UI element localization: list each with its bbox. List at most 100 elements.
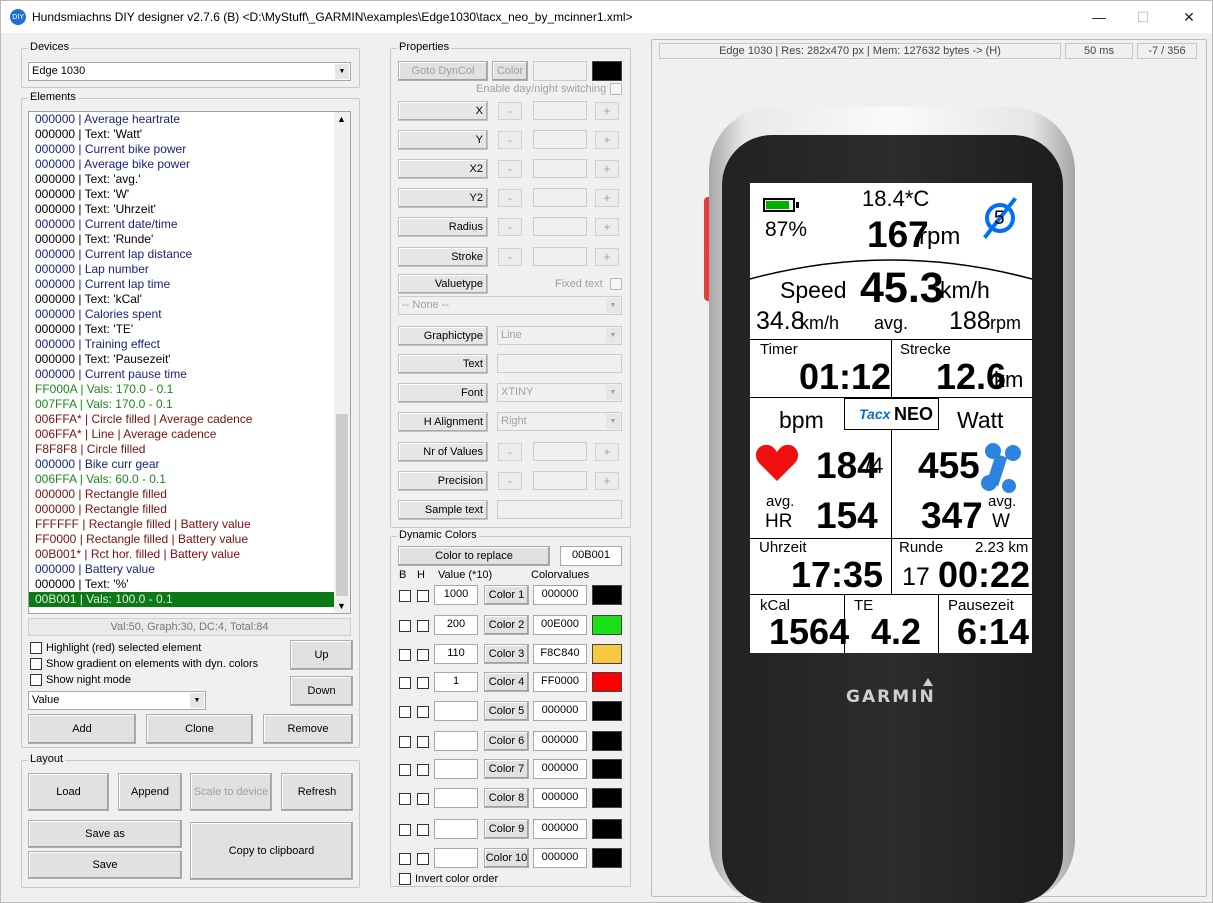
precision-plus[interactable]: + [595, 472, 619, 490]
color-to-replace-field[interactable]: 00B001 [560, 546, 622, 566]
dyncolor-swatch[interactable] [592, 759, 622, 779]
save-as-button[interactable]: Save as [28, 820, 182, 848]
dyncolor-b-checkbox[interactable] [399, 793, 411, 805]
color-value-field[interactable] [533, 61, 587, 81]
dyncolor-h-checkbox[interactable] [417, 793, 429, 805]
dyncolor-h-checkbox[interactable] [417, 590, 429, 602]
dyncolor-hex-field[interactable]: 000000 [533, 759, 587, 779]
prop-x2-button[interactable]: X2 [398, 159, 488, 179]
scroll-down-icon[interactable]: ▼ [337, 601, 346, 611]
prop-y-button[interactable]: Y [398, 130, 488, 150]
dyncolor-h-checkbox[interactable] [417, 620, 429, 632]
prop-radius-button[interactable]: Radius [398, 217, 488, 237]
prop-stroke-field[interactable] [533, 247, 587, 266]
list-item[interactable]: 000000 | Average bike power [29, 157, 350, 172]
dyncolor-swatch[interactable] [592, 848, 622, 868]
dyncolor-hex-field[interactable]: F8C840 [533, 644, 587, 664]
prop-y2-plus[interactable]: + [595, 189, 619, 207]
chevron-down-icon[interactable]: ▼ [335, 64, 349, 79]
dyncolor-h-checkbox[interactable] [417, 736, 429, 748]
dyncolor-hex-field[interactable]: 000000 [533, 701, 587, 721]
list-item[interactable]: 000000 | Lap number [29, 262, 350, 277]
dyncolor-b-checkbox[interactable] [399, 736, 411, 748]
dyncolor-b-checkbox[interactable] [399, 677, 411, 689]
dyncolor-swatch[interactable] [592, 644, 622, 664]
list-item[interactable]: FF000A | Vals: 170.0 - 0.1 [29, 382, 350, 397]
valuetype-select[interactable]: -- None -- ▼ [398, 296, 622, 315]
prop-radius-minus[interactable]: - [498, 218, 522, 236]
prop-radius-field[interactable] [533, 217, 587, 236]
color-to-replace-button[interactable]: Color to replace [398, 546, 550, 566]
list-item[interactable]: FF0000 | Rectangle filled | Battery valu… [29, 532, 350, 547]
scroll-thumb[interactable] [336, 414, 348, 596]
list-item[interactable]: 000000 | Current bike power [29, 142, 350, 157]
prop-x-minus[interactable]: - [498, 102, 522, 120]
prop-stroke-button[interactable]: Stroke [398, 247, 488, 267]
text-field[interactable] [497, 354, 622, 373]
dyncolor-b-checkbox[interactable] [399, 649, 411, 661]
list-item[interactable]: 006FFA* | Line | Average cadence [29, 427, 350, 442]
gradient-checkbox[interactable] [30, 658, 42, 670]
type-select[interactable]: Value ▼ [28, 691, 206, 710]
list-item[interactable]: 000000 | Text: '%' [29, 577, 350, 592]
nr-of-values-minus[interactable]: - [498, 443, 522, 461]
dyncolor-value-field[interactable]: 110 [434, 644, 478, 664]
dyncolor-swatch[interactable] [592, 672, 622, 692]
nr-of-values-plus[interactable]: + [595, 443, 619, 461]
prop-x-field[interactable] [533, 101, 587, 120]
list-item[interactable]: 000000 | Calories spent [29, 307, 350, 322]
dyncolor-h-checkbox[interactable] [417, 764, 429, 776]
list-item[interactable]: 000000 | Current pause time [29, 367, 350, 382]
refresh-button[interactable]: Refresh [281, 773, 353, 811]
dyncolor-hex-field[interactable]: 000000 [533, 848, 587, 868]
text-button[interactable]: Text [398, 354, 488, 374]
graphictype-button[interactable]: Graphictype [398, 326, 488, 346]
list-item[interactable]: 000000 | Text: 'Runde' [29, 232, 350, 247]
dyncolor-swatch[interactable] [592, 585, 622, 605]
dyncolor-button[interactable]: Color 5 [484, 701, 529, 721]
prop-y2-field[interactable] [533, 188, 587, 207]
dyncolor-button[interactable]: Color 8 [484, 788, 529, 808]
dyncolor-hex-field[interactable]: FF0000 [533, 672, 587, 692]
add-button[interactable]: Add [28, 714, 136, 744]
list-item[interactable]: 00B001* | Rct hor. filled | Battery valu… [29, 547, 350, 562]
prop-x2-plus[interactable]: + [595, 160, 619, 178]
scale-to-device-button[interactable]: Scale to device [190, 773, 272, 811]
list-scrollbar[interactable]: ▲ ▼ [334, 112, 350, 613]
prop-x-button[interactable]: X [398, 101, 488, 121]
list-item[interactable]: 000000 | Battery value [29, 562, 350, 577]
list-item[interactable]: 000000 | Text: 'Watt' [29, 127, 350, 142]
list-item[interactable]: 000000 | Text: 'TE' [29, 322, 350, 337]
valuetype-button[interactable]: Valuetype [398, 274, 488, 294]
list-item[interactable]: FFFFFF | Rectangle filled | Battery valu… [29, 517, 350, 532]
graphictype-select[interactable]: Line ▼ [497, 326, 622, 345]
chevron-down-icon[interactable]: ▼ [606, 385, 620, 400]
dyncolor-value-field[interactable] [434, 819, 478, 839]
invert-color-order-checkbox[interactable] [399, 873, 411, 885]
font-button[interactable]: Font [398, 383, 488, 403]
load-button[interactable]: Load [28, 773, 109, 811]
goto-dyncol-button[interactable]: Goto DynCol [398, 61, 488, 81]
dyncolor-h-checkbox[interactable] [417, 706, 429, 718]
dyncolor-b-checkbox[interactable] [399, 706, 411, 718]
halign-button[interactable]: H Alignment [398, 412, 488, 432]
remove-button[interactable]: Remove [263, 714, 353, 744]
nr-of-values-button[interactable]: Nr of Values [398, 442, 488, 462]
dyncolor-b-checkbox[interactable] [399, 590, 411, 602]
chevron-down-icon[interactable]: ▼ [190, 693, 204, 708]
dyncolor-button[interactable]: Color 4 [484, 672, 529, 692]
dyncolor-button[interactable]: Color 3 [484, 644, 529, 664]
dyncolor-h-checkbox[interactable] [417, 824, 429, 836]
chevron-down-icon[interactable]: ▼ [606, 328, 620, 343]
dyncolor-swatch[interactable] [592, 701, 622, 721]
sample-text-button[interactable]: Sample text [398, 500, 488, 520]
dyncolor-value-field[interactable]: 200 [434, 615, 478, 635]
dyncolor-swatch[interactable] [592, 788, 622, 808]
color-swatch[interactable] [592, 61, 622, 81]
font-select[interactable]: XTINY ▼ [497, 383, 622, 402]
prop-y2-button[interactable]: Y2 [398, 188, 488, 208]
night-mode-checkbox[interactable] [30, 674, 42, 686]
dyncolor-hex-field[interactable]: 000000 [533, 731, 587, 751]
dyncolor-swatch[interactable] [592, 819, 622, 839]
dyncolor-swatch[interactable] [592, 731, 622, 751]
